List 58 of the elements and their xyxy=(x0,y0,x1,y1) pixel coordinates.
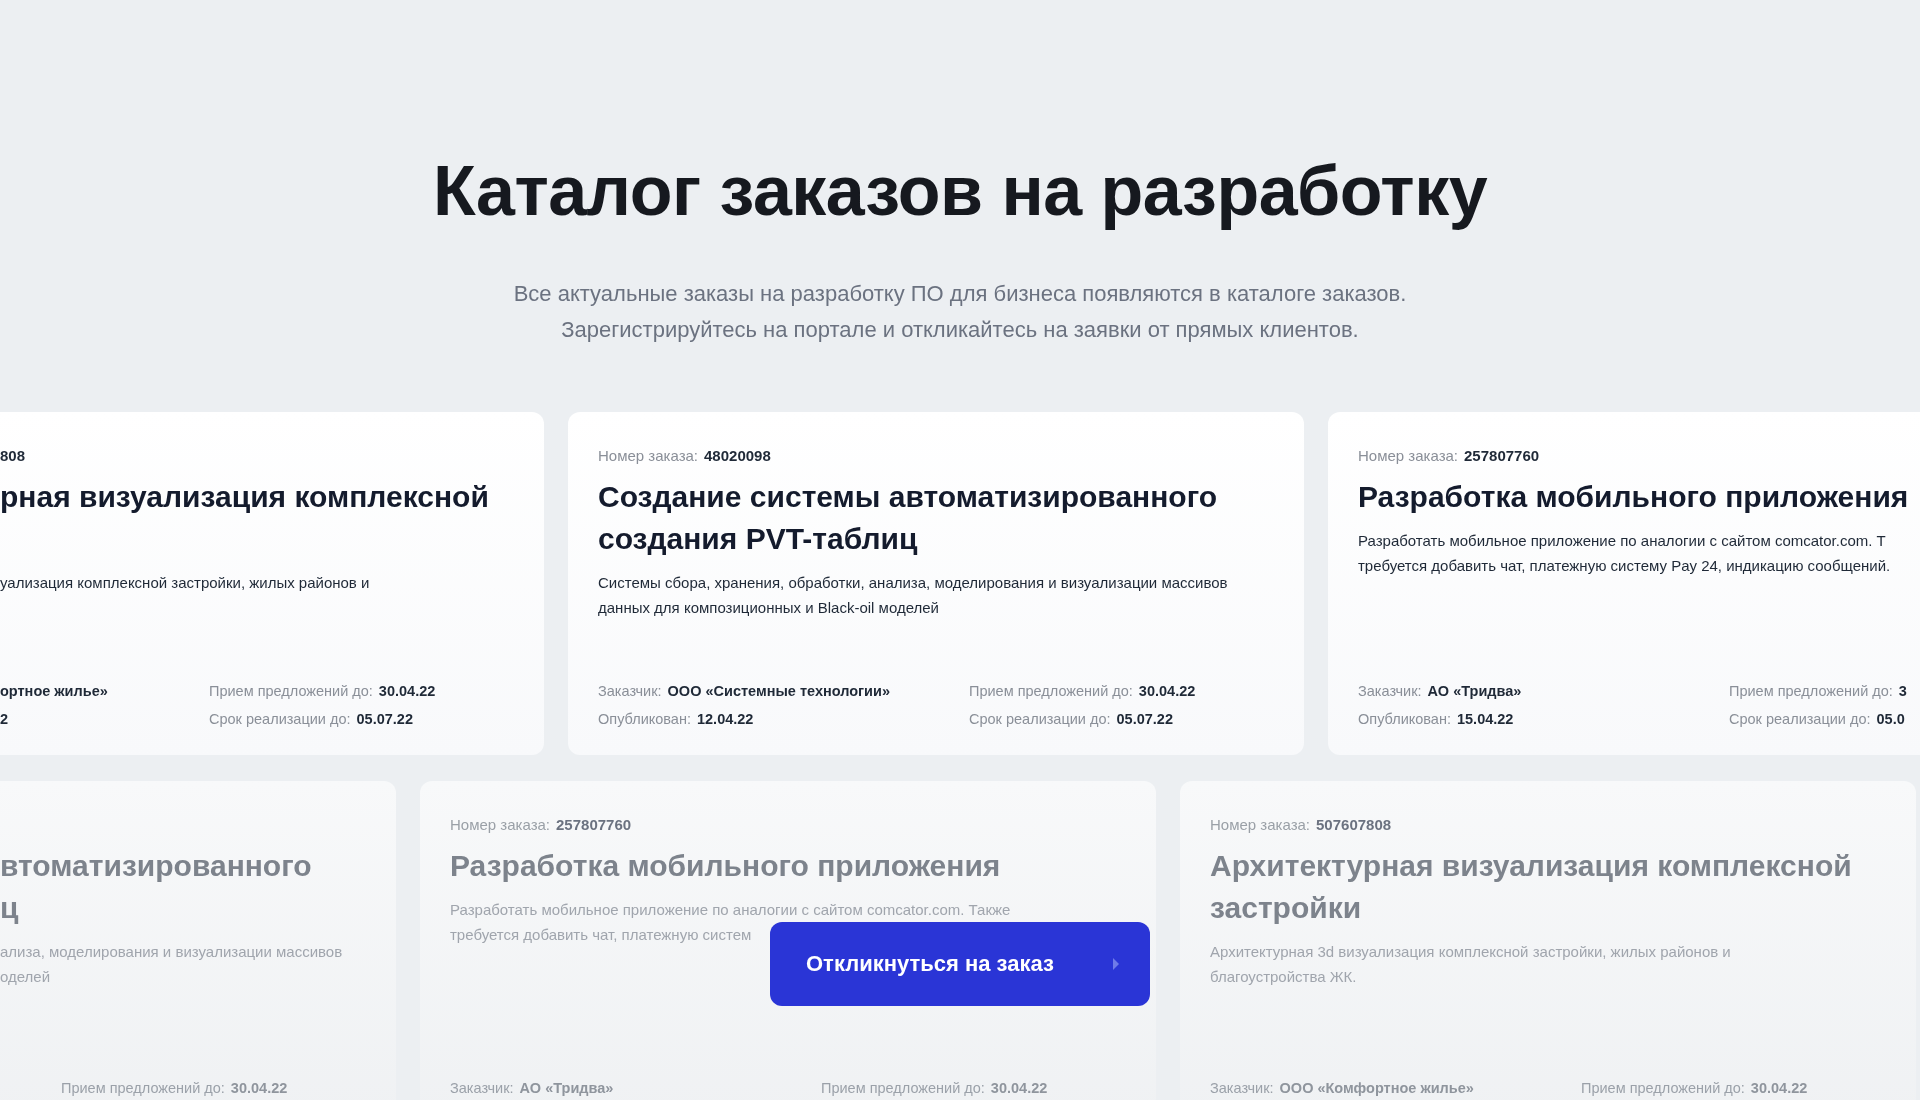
meta-value: 30.04.22 xyxy=(990,1079,1048,1098)
page-heading: Каталог заказов на разработку xyxy=(431,151,1489,232)
order-description: Архитектурная 3d визуализация комплексной застройки, жилых районов и благоустройства ЖК. xyxy=(1210,942,1732,987)
meta-label: Заказчик: xyxy=(450,1079,514,1098)
order-description: Разработать мобильное приложение по аналогии с сайтом comcator.com. Т требуется добавить чат, платежную систему Pay 24, индикацию сообщений. xyxy=(1358,531,1892,576)
meta-label: Прием предложений до: xyxy=(1729,682,1893,701)
order-title: Архитектурная визуализация комплексной застройки xyxy=(1210,848,1853,926)
order-description: уализация комплексной застройки, жилых районов и xyxy=(0,573,371,593)
meta-value: 3 xyxy=(1898,682,1907,701)
meta-value: 2 xyxy=(0,710,9,729)
meta-value: 05.07.22 xyxy=(1116,710,1173,729)
meta-value: 05.07.22 xyxy=(356,710,413,729)
meta-label: Срок реализации до: xyxy=(1729,710,1871,729)
order-number-value: 48020098 xyxy=(704,446,771,466)
meta-label: Опубликован: xyxy=(598,710,691,729)
respond-button[interactable]: Откликнуться на заказ xyxy=(770,922,1150,1006)
order-number-label: Номер заказа: xyxy=(1210,815,1310,835)
meta-label: Прием предложений до: xyxy=(61,1079,225,1098)
meta-value: АО «Тридва» xyxy=(519,1079,614,1098)
meta-value: ортное жилье» xyxy=(0,682,108,701)
order-description: ализа, моделирования и визуализации массивов оделей xyxy=(0,942,344,987)
meta-value: 15.04.22 xyxy=(1456,710,1514,729)
order-title: Создание системы автоматизированного создания PVT-таблиц xyxy=(598,479,1219,557)
order-number-value: 808 xyxy=(0,446,26,466)
order-title: втоматизированного ц xyxy=(0,848,313,926)
meta-value: 30.04.22 xyxy=(378,682,436,701)
order-title: Разработка мобильного приложения xyxy=(1358,479,1910,515)
meta-label: Опубликован: xyxy=(1358,710,1451,729)
meta-value: ООО «Комфортное жилье» xyxy=(1279,1079,1474,1098)
meta-label: Заказчик: xyxy=(1210,1079,1274,1098)
meta-label: Прием предложений до: xyxy=(821,1079,985,1098)
meta-label: Прием предложений до: xyxy=(1581,1079,1745,1098)
meta-label: Заказчик: xyxy=(598,682,662,701)
order-number-label: Номер заказа: xyxy=(1358,446,1458,466)
page-subtitle: Все актуальные заказы на разработку ПО для бизнеса появляются в каталоге заказов. Зарегистрируйтесь на портале и откликайтесь на заявки от прямых клиентов. xyxy=(512,280,1408,344)
meta-value: 05.0 xyxy=(1876,710,1905,729)
order-description: Системы сбора, хранения, обработки, анализа, моделирования и визуализации массивов данных для композиционных и Black-oil моделей xyxy=(598,573,1229,618)
order-number-value: 507607808 xyxy=(1316,815,1392,835)
meta-label: Прием предложений до: xyxy=(209,682,373,701)
order-card[interactable]: втоматизированного ц ализа, моделирования и визуализации массивов оделей Прием предложений до: 30.04.22 xyxy=(0,781,396,1100)
meta-label: Заказчик: xyxy=(1358,682,1422,701)
meta-value: 30.04.22 xyxy=(1750,1079,1808,1098)
meta-value: 30.04.22 xyxy=(1138,682,1196,701)
order-number-label: Номер заказа: xyxy=(450,815,550,835)
meta-label: Срок реализации до: xyxy=(209,710,351,729)
order-title: рная визуализация комплексной xyxy=(0,479,490,515)
order-card[interactable]: 808 рная визуализация комплексной уализация комплексной застройки, жилых районов и ортное жилье» 2 Прием предложений до: 30.04.22 Срок реализации до: 05.07.22 xyxy=(0,412,544,755)
meta-value: АО «Тридва» xyxy=(1427,682,1522,701)
chevron-right-icon xyxy=(1112,958,1120,970)
meta-value: 30.04.22 xyxy=(230,1079,288,1098)
meta-value: ООО «Системные технологии» xyxy=(667,682,890,701)
meta-value: 12.04.22 xyxy=(696,710,754,729)
order-number-label: Номер заказа: xyxy=(598,446,698,466)
order-number-value: 257807760 xyxy=(1464,446,1540,466)
meta-label: Срок реализации до: xyxy=(969,710,1111,729)
meta-label: Прием предложений до: xyxy=(969,682,1133,701)
order-number-value: 257807760 xyxy=(556,815,632,835)
order-title: Разработка мобильного приложения xyxy=(450,848,1002,884)
